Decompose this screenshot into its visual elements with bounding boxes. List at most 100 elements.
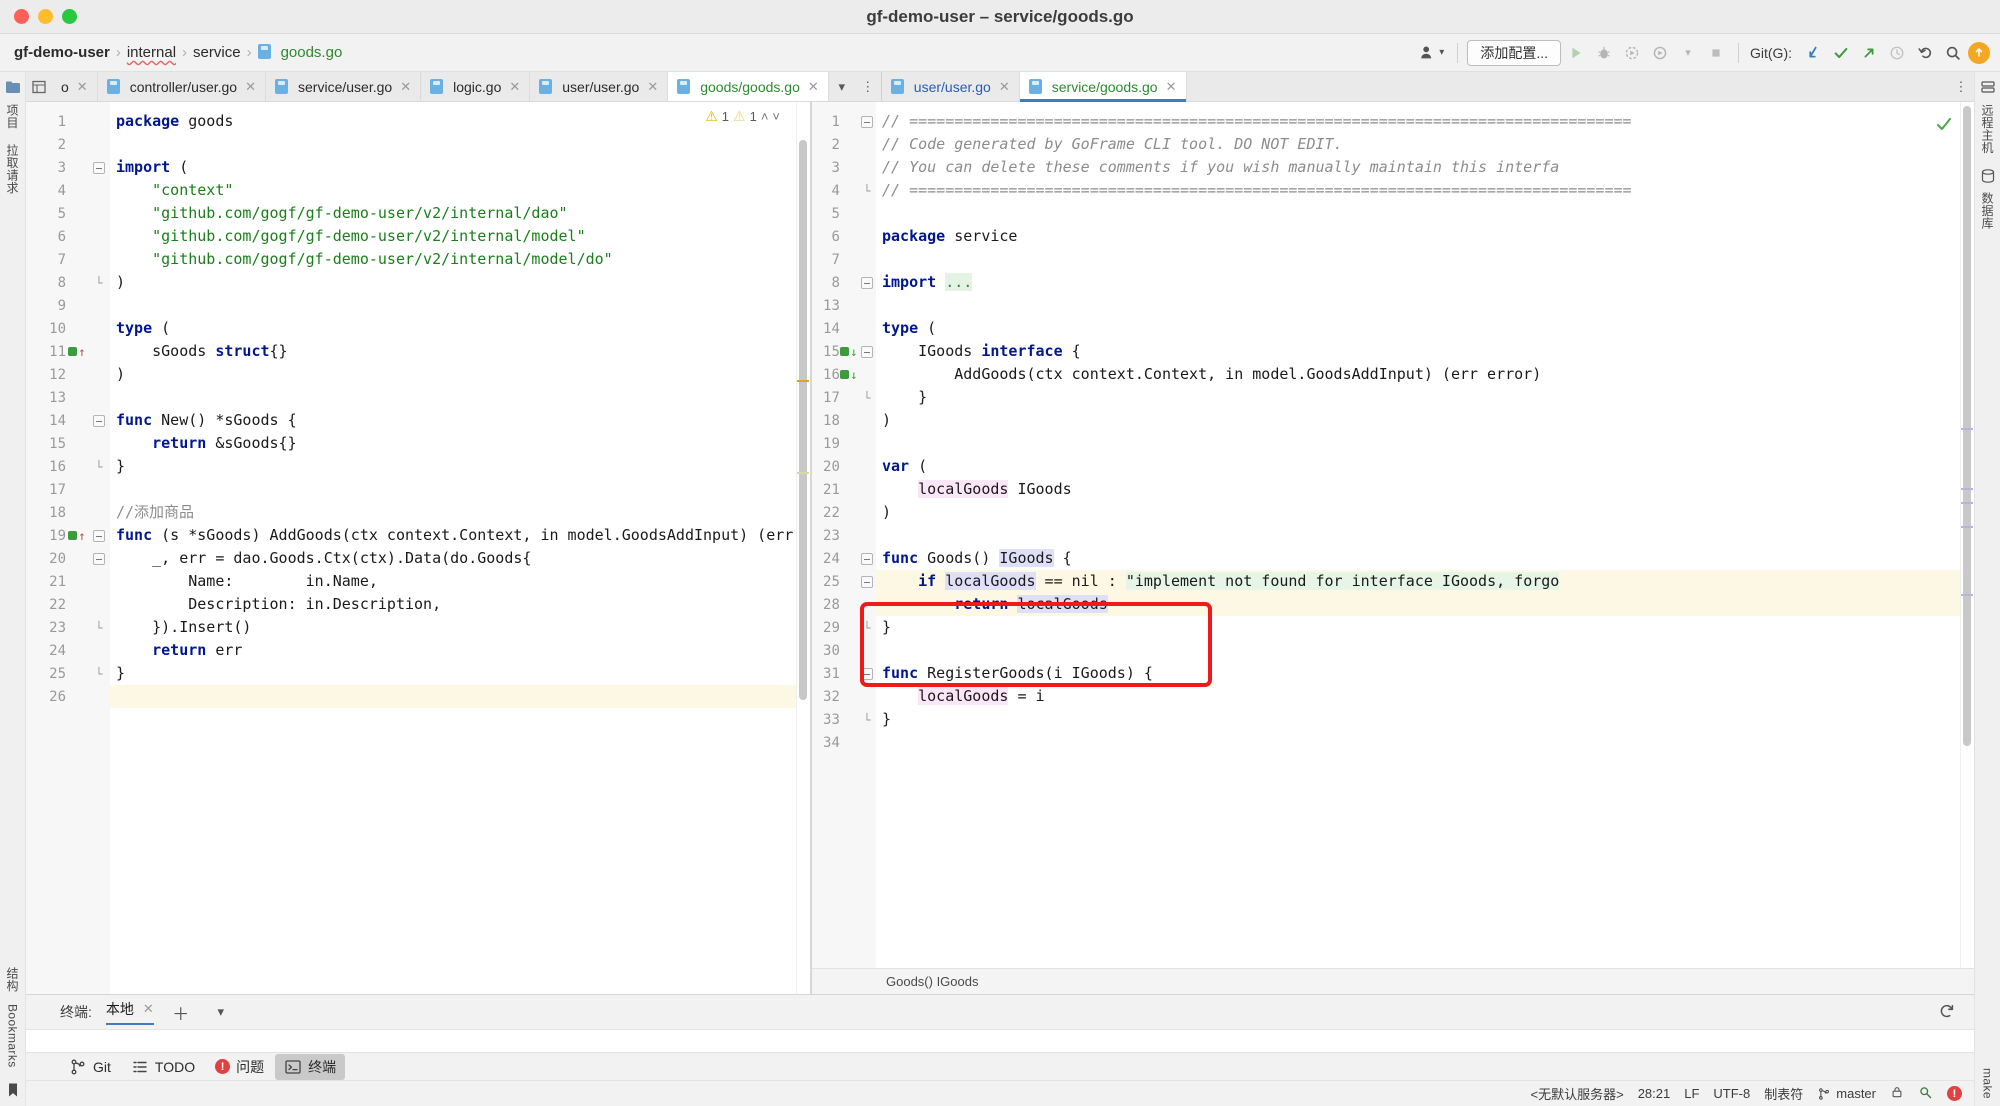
left-code-text[interactable]: package goods import ( "context" "github… (110, 102, 810, 994)
code-line[interactable]: } (110, 662, 810, 685)
inspection-widget[interactable]: ⚠ 1 ⚠ 1 ˄ ˅ (705, 108, 780, 125)
gutter-line[interactable]: 1 (812, 110, 876, 133)
right-code-text[interactable]: // =====================================… (876, 102, 1974, 968)
gutter-line[interactable]: 13 (812, 294, 876, 317)
minimize-window-button[interactable] (38, 9, 53, 24)
code-line[interactable]: if localGoods == nil : "implement not fo… (876, 570, 1974, 593)
tab-user-user-go[interactable]: user/user.go ✕ (530, 72, 669, 101)
code-line[interactable]: func Goods() IGoods { (876, 547, 1974, 570)
fold-toggle-icon[interactable] (860, 276, 873, 289)
implemented-marker-icon[interactable]: ↓ (840, 369, 858, 381)
usage-stripe-mark[interactable] (1961, 488, 1973, 490)
gutter-line[interactable]: 7 (812, 248, 876, 271)
debug-icon[interactable] (1591, 40, 1617, 66)
plus-icon[interactable]: ＋ (168, 999, 194, 1025)
fold-end-icon[interactable]: └ (863, 713, 870, 727)
gutter-line[interactable]: 24 (812, 547, 876, 570)
gutter-line[interactable]: 8 └ (26, 271, 110, 294)
left-scrollbar[interactable] (796, 102, 810, 994)
gutter-line[interactable]: 16 └ (26, 455, 110, 478)
code-line[interactable]: ) (876, 501, 1974, 524)
gutter-line[interactable]: 20 (26, 547, 110, 570)
error-icon[interactable]: ! (1947, 1086, 1962, 1101)
bottom-tab-terminal[interactable]: 终端 (275, 1053, 346, 1080)
gutter-line[interactable]: 5 (26, 202, 110, 225)
git-commit-icon[interactable] (1828, 40, 1854, 66)
gutter-line[interactable]: 3 (812, 156, 876, 179)
code-line[interactable]: // You can delete these comments if you … (876, 156, 1974, 179)
fold-toggle-icon[interactable] (860, 552, 873, 565)
fold-end-icon[interactable]: └ (95, 667, 102, 681)
left-code-area[interactable]: 1 2 3 4 5 6 7 8 └ 9 10 11 ↑ 12 13 14 15 16 └ 17 18 19 ↑ 20 21 22 2… (26, 102, 810, 994)
code-line[interactable]: type ( (876, 317, 1974, 340)
gutter-line[interactable]: 26 (26, 685, 110, 708)
right-code-area[interactable]: 1 2 3 4 └ 5 6 7 8 13 14 15 ↓ 16 ↓ 17 └ 18 19 20 21 22 23 24 25 28… (812, 102, 1974, 968)
zoom-window-button[interactable] (62, 9, 77, 24)
usage-stripe-mark[interactable] (1961, 502, 1973, 504)
close-icon[interactable]: ✕ (143, 1001, 154, 1017)
fold-toggle-icon[interactable] (860, 115, 873, 128)
sidebar-item-remote-host[interactable]: 远程主机 (1979, 104, 1996, 154)
chevron-down-icon[interactable]: ▾ (829, 72, 855, 101)
git-update-icon[interactable] (1800, 40, 1826, 66)
chevron-down-icon[interactable]: ▾ (208, 999, 234, 1025)
usage-stripe-mark[interactable] (1961, 594, 1973, 596)
run-icon[interactable] (1563, 40, 1589, 66)
gutter-line[interactable]: 22 (812, 501, 876, 524)
code-line[interactable]: } (876, 616, 1974, 639)
tab-list-icon[interactable] (26, 72, 52, 101)
tab-goods-goods-go[interactable]: goods/goods.go ✕ (668, 72, 829, 101)
fold-end-icon[interactable]: └ (95, 460, 102, 474)
prev-problem-icon[interactable]: ˄ (761, 109, 769, 124)
code-line[interactable]: }).Insert() (110, 616, 810, 639)
code-line[interactable]: // =====================================… (876, 179, 1974, 202)
gutter-line[interactable]: 9 (26, 294, 110, 317)
code-line[interactable]: _, err = dao.Goods.Ctx(ctx).Data(do.Good… (110, 547, 810, 570)
code-line[interactable] (876, 524, 1974, 547)
chevron-down-icon[interactable]: ▾ (1675, 40, 1701, 66)
status-indent[interactable]: 制表符 (1764, 1084, 1803, 1103)
sidebar-item-make[interactable]: make (1981, 1068, 1995, 1099)
code-line[interactable]: } (876, 708, 1974, 731)
lock-icon[interactable] (1890, 1085, 1904, 1102)
implemented-marker-icon[interactable]: ↓ (840, 346, 858, 358)
implementation-marker-icon[interactable]: ↑ (66, 530, 88, 542)
gutter-line[interactable]: 17 └ (812, 386, 876, 409)
gutter-line[interactable]: 20 (812, 455, 876, 478)
code-line[interactable]: //添加商品 (110, 501, 810, 524)
code-line[interactable] (110, 386, 810, 409)
gutter-line[interactable]: 2 (26, 133, 110, 156)
right-gutter[interactable]: 1 2 3 4 └ 5 6 7 8 13 14 15 ↓ 16 ↓ 17 └ 18 19 20 21 22 23 24 25 28… (812, 102, 876, 968)
tab-truncated[interactable]: o ✕ (52, 72, 98, 101)
right-scrollbar[interactable] (1960, 102, 1974, 968)
breadcrumb-item-service[interactable]: service (193, 44, 241, 61)
code-line[interactable] (876, 202, 1974, 225)
close-icon[interactable]: ✕ (1166, 79, 1177, 95)
code-line[interactable] (876, 731, 1974, 754)
tab-service-user-go[interactable]: service/user.go ✕ (266, 72, 422, 101)
gutter-line[interactable]: 19 (812, 432, 876, 455)
code-line[interactable] (876, 432, 1974, 455)
run-with-coverage-icon[interactable] (1619, 40, 1645, 66)
code-line[interactable]: // =====================================… (876, 110, 1974, 133)
tab-user-user-go-right[interactable]: user/user.go ✕ (881, 72, 1020, 101)
inspection-icon[interactable] (1918, 1085, 1933, 1103)
terminal-output-area[interactable] (26, 1029, 1974, 1052)
gutter-line[interactable]: 18 (812, 409, 876, 432)
code-line[interactable]: Description: in.Description, (110, 593, 810, 616)
code-line[interactable]: func (s *sGoods) AddGoods(ctx context.Co… (110, 524, 810, 547)
project-icon[interactable] (4, 79, 22, 97)
gutter-line[interactable]: 13 (26, 386, 110, 409)
close-window-button[interactable] (14, 9, 29, 24)
code-line[interactable]: localGoods = i (876, 685, 1974, 708)
fold-end-icon[interactable]: └ (863, 391, 870, 405)
right-pane-breadcrumb[interactable]: Goods() IGoods (812, 968, 1974, 994)
gutter-line[interactable]: 5 (812, 202, 876, 225)
code-line[interactable] (876, 639, 1974, 662)
right-scrollbar-thumb[interactable] (1963, 106, 1971, 746)
left-scrollbar-thumb[interactable] (799, 140, 807, 700)
tab-logic-go[interactable]: logic.go ✕ (421, 72, 531, 101)
gutter-line[interactable]: 15 ↓ (812, 340, 876, 363)
gutter-line[interactable]: 30 (812, 639, 876, 662)
terminal-tab-local[interactable]: 本地 ✕ (105, 999, 154, 1025)
